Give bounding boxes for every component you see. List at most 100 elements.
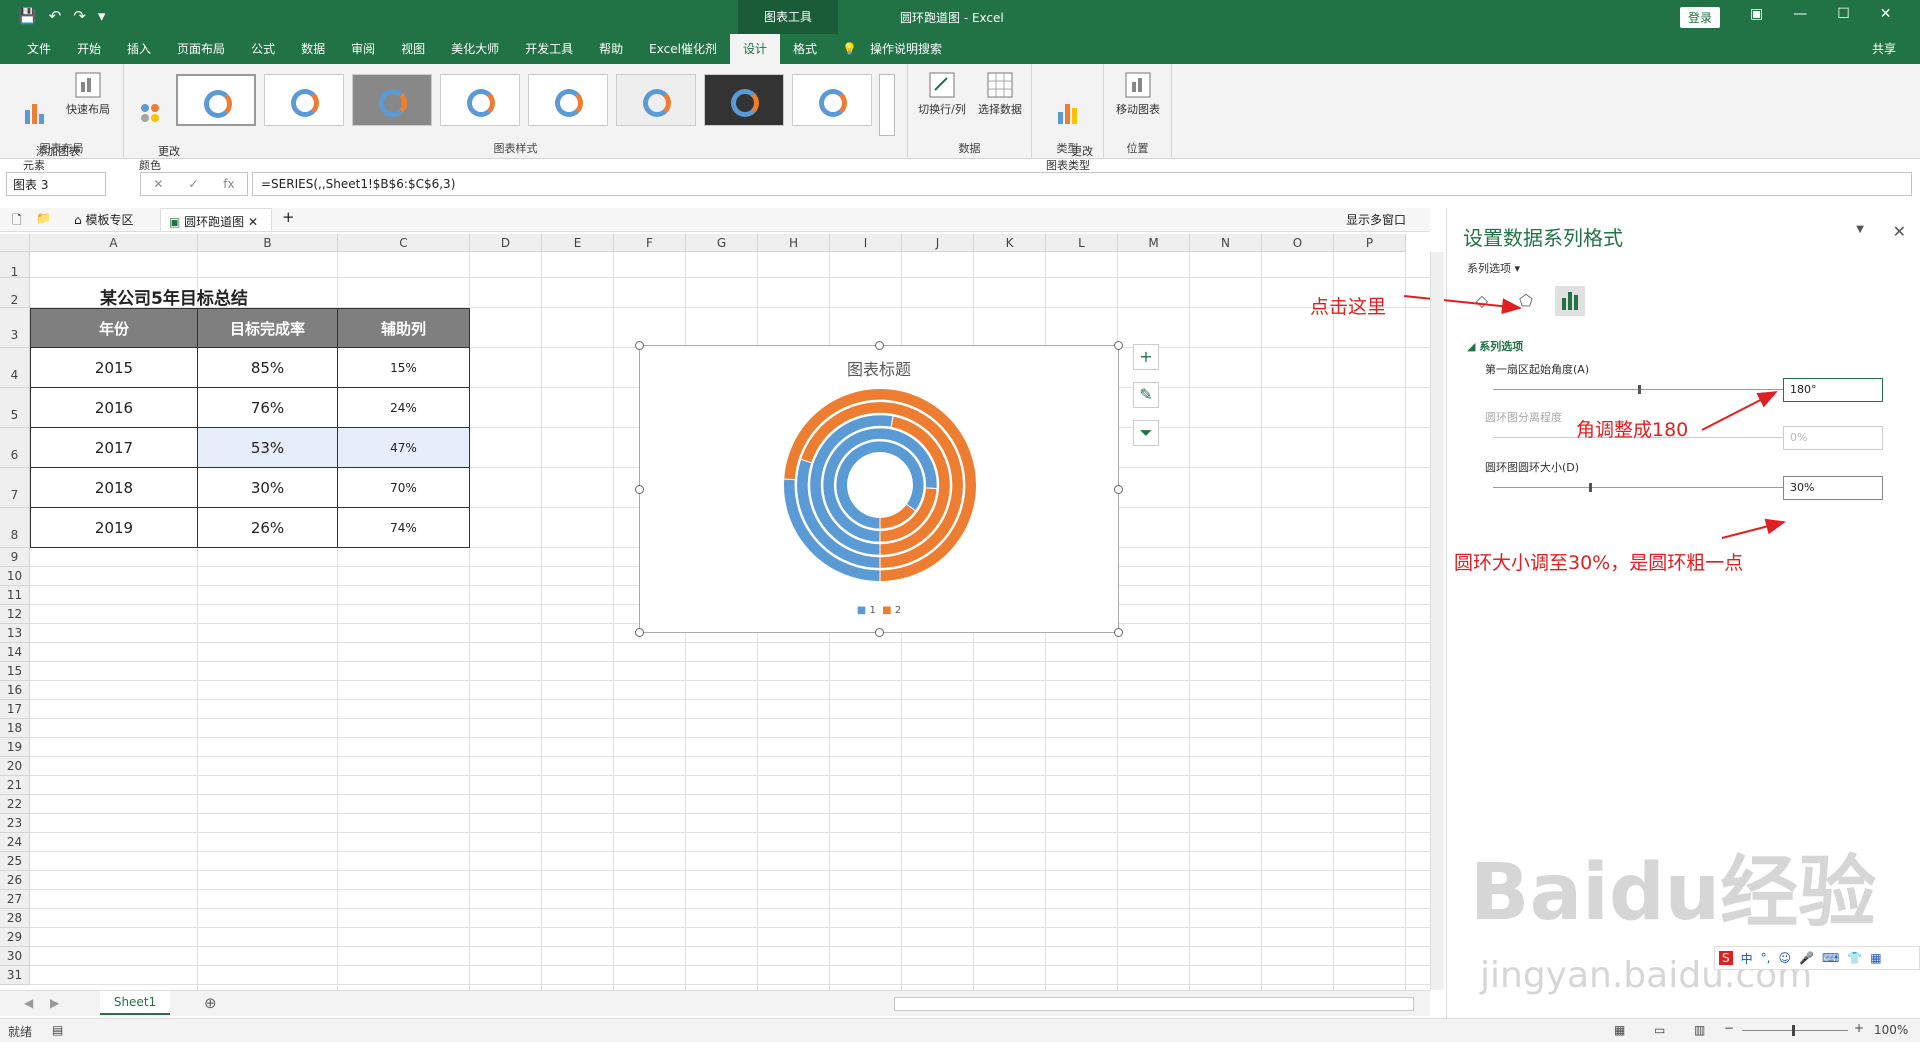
select-data-button[interactable]: 选择数据: [972, 70, 1028, 117]
table-header-cell[interactable]: 辅助列: [338, 308, 470, 348]
row-header[interactable]: 2: [0, 278, 30, 308]
tab-page-layout[interactable]: 页面布局: [164, 34, 238, 64]
row-header[interactable]: 26: [0, 871, 30, 890]
redo-icon[interactable]: ↷: [73, 7, 86, 25]
angle-slider[interactable]: [1493, 385, 1783, 394]
tab-formulas[interactable]: 公式: [238, 34, 288, 64]
row-header[interactable]: 5: [0, 388, 30, 428]
horizontal-scrollbar[interactable]: [894, 997, 1414, 1011]
keyboard-icon[interactable]: ⌨: [1822, 951, 1839, 965]
chart-style-5[interactable]: [528, 74, 608, 126]
customize-qat-icon[interactable]: ▾: [98, 7, 106, 25]
row-header[interactable]: 25: [0, 852, 30, 871]
row-header[interactable]: 4: [0, 348, 30, 388]
row-header[interactable]: 15: [0, 662, 30, 681]
insert-function-icon[interactable]: fx: [223, 177, 234, 191]
tab-file[interactable]: 文件: [14, 34, 64, 64]
hole-size-spinner[interactable]: 30%: [1783, 476, 1883, 500]
effects-icon[interactable]: ⬠: [1511, 286, 1541, 316]
tab-developer[interactable]: 开发工具: [512, 34, 586, 64]
hole-size-slider[interactable]: [1493, 483, 1783, 492]
tab-data[interactable]: 数据: [288, 34, 338, 64]
ribbon-display-icon[interactable]: ▣: [1750, 6, 1763, 22]
row-header[interactable]: 23: [0, 814, 30, 833]
microphone-icon[interactable]: 🎤: [1799, 951, 1814, 965]
resize-handle[interactable]: [635, 485, 644, 494]
resize-handle[interactable]: [1114, 485, 1123, 494]
sheet-nav-left-icon[interactable]: ◀: [24, 996, 33, 1010]
macro-record-icon[interactable]: ▤: [52, 1023, 63, 1037]
close-tab-icon[interactable]: ✕: [248, 215, 258, 229]
move-chart-button[interactable]: 移动图表: [1110, 70, 1166, 117]
fill-line-icon[interactable]: ◇: [1467, 286, 1497, 316]
table-cell[interactable]: 24%: [338, 388, 470, 428]
new-sheet-icon[interactable]: ⊕: [204, 994, 217, 1012]
save-icon[interactable]: 💾: [18, 7, 37, 25]
row-header[interactable]: 24: [0, 833, 30, 852]
zoom-level[interactable]: 100%: [1874, 1023, 1908, 1037]
row-header[interactable]: 17: [0, 700, 30, 719]
column-header[interactable]: E: [542, 234, 614, 252]
page-layout-view-icon[interactable]: ▭: [1654, 1023, 1665, 1037]
undo-icon[interactable]: ↶: [49, 7, 62, 25]
select-all-corner[interactable]: [0, 234, 30, 252]
quick-layout-button[interactable]: 快速布局: [62, 70, 114, 117]
styles-scroll-buttons[interactable]: [879, 74, 895, 136]
table-cell[interactable]: 74%: [338, 508, 470, 548]
angle-slider-thumb[interactable]: [1638, 385, 1641, 394]
tab-format[interactable]: 格式: [780, 34, 830, 64]
sheet-nav-right-icon[interactable]: ▶: [50, 996, 59, 1010]
column-header[interactable]: N: [1190, 234, 1262, 252]
angle-spinner[interactable]: 180°: [1783, 378, 1883, 402]
chart-style-3[interactable]: [352, 74, 432, 126]
row-header[interactable]: 6: [0, 428, 30, 468]
column-header[interactable]: L: [1046, 234, 1118, 252]
column-header[interactable]: O: [1262, 234, 1334, 252]
chart-styles-brush-icon[interactable]: ✎: [1133, 382, 1159, 408]
toolbox-icon[interactable]: ▦: [1870, 951, 1881, 965]
column-header[interactable]: B: [198, 234, 338, 252]
series-options-dropdown[interactable]: 系列选项 ▾: [1467, 260, 1520, 276]
row-header[interactable]: 20: [0, 757, 30, 776]
table-cell[interactable]: 2018: [30, 468, 198, 508]
tab-home[interactable]: 开始: [64, 34, 114, 64]
ime-mode[interactable]: 中: [1741, 950, 1753, 967]
share-button[interactable]: 共享: [1872, 40, 1896, 57]
column-header[interactable]: P: [1334, 234, 1406, 252]
tab-review[interactable]: 审阅: [338, 34, 388, 64]
column-header[interactable]: F: [614, 234, 686, 252]
row-header[interactable]: 31: [0, 966, 30, 985]
tab-beautify[interactable]: 美化大师: [438, 34, 512, 64]
row-header[interactable]: 16: [0, 681, 30, 700]
resize-handle[interactable]: [1114, 628, 1123, 637]
zoom-out-icon[interactable]: −: [1724, 1021, 1734, 1035]
punctuation-icon[interactable]: °,: [1761, 951, 1771, 965]
table-cell[interactable]: 47%: [338, 428, 470, 468]
chart-style-6[interactable]: [616, 74, 696, 126]
column-header[interactable]: H: [758, 234, 830, 252]
row-header[interactable]: 27: [0, 890, 30, 909]
tab-excel-catalyst[interactable]: Excel催化剂: [636, 34, 730, 64]
row-header[interactable]: 30: [0, 947, 30, 966]
series-options-section[interactable]: ◢ 系列选项: [1467, 338, 1523, 354]
ime-toolbar[interactable]: S 中 °, ☺ 🎤 ⌨ 👕 ▦: [1714, 946, 1920, 970]
row-header[interactable]: 21: [0, 776, 30, 795]
column-header[interactable]: J: [902, 234, 974, 252]
doughnut-chart[interactable]: 图表标题 ■ 1 ■ 2: [635, 341, 1123, 637]
table-cell[interactable]: 2017: [30, 428, 198, 468]
login-button[interactable]: 登录: [1680, 7, 1721, 28]
switch-row-column-button[interactable]: 切换行/列: [914, 70, 970, 117]
row-header[interactable]: 29: [0, 928, 30, 947]
zoom-slider-thumb[interactable]: [1792, 1025, 1795, 1036]
pane-options-icon[interactable]: ▼: [1856, 224, 1864, 235]
templates-tab[interactable]: ⌂ 模板专区: [74, 211, 133, 228]
resize-handle[interactable]: [635, 341, 644, 350]
resize-handle[interactable]: [875, 341, 884, 350]
chart-style-7[interactable]: [704, 74, 784, 126]
column-header[interactable]: A: [30, 234, 198, 252]
zoom-in-icon[interactable]: +: [1854, 1021, 1864, 1035]
pane-close-icon[interactable]: ✕: [1893, 222, 1906, 241]
zoom-slider[interactable]: [1742, 1025, 1848, 1036]
table-cell[interactable]: 2016: [30, 388, 198, 428]
chart-elements-icon[interactable]: +: [1133, 344, 1159, 370]
